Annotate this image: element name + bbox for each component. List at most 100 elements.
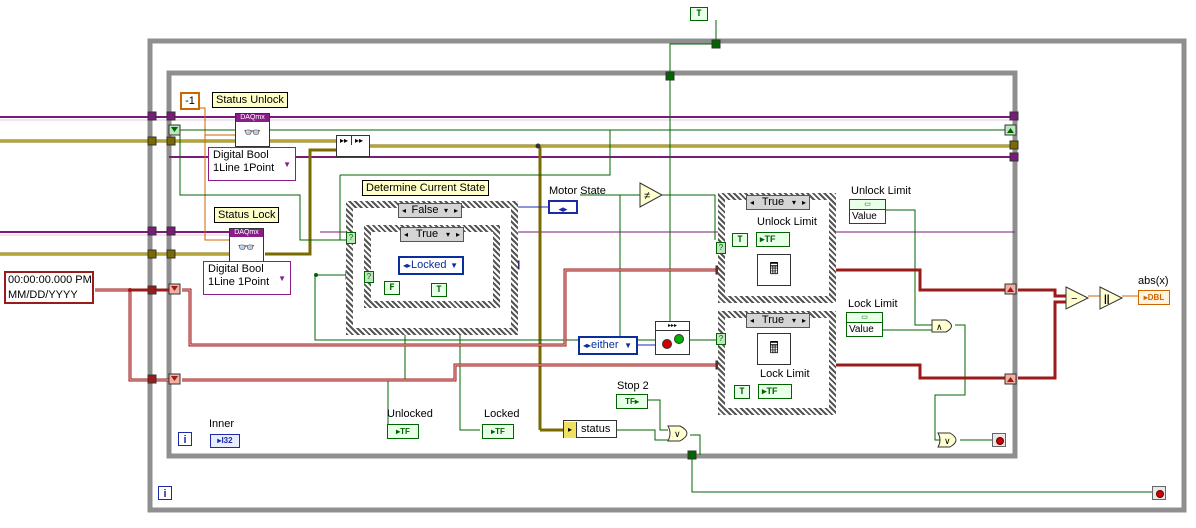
lock-limit-outer-label: Lock Limit	[848, 298, 898, 310]
lock-limit-inner-label: Lock Limit	[760, 368, 810, 380]
abs-indicator[interactable]: ▸DBL	[1138, 290, 1170, 305]
neg-one-constant[interactable]: -1	[180, 92, 200, 110]
digital-bool-ring-lock[interactable]: Digital Bool 1Line 1Point ▼	[203, 261, 291, 295]
status-unlock-label: Status Unlock	[212, 92, 288, 108]
timestamp-time: 00:00:00.000 PM	[8, 274, 92, 286]
chevron-down-icon: ▼	[278, 274, 286, 283]
motor-state-indicator[interactable]: ◂▸	[548, 200, 578, 214]
unlock-limit-property-node[interactable]: ▭ Value	[849, 199, 886, 224]
control-arrow-icon: ▸	[634, 397, 639, 406]
inner-loop-stop-icon[interactable]	[992, 433, 1006, 447]
leds-icon	[656, 331, 689, 353]
unlocked-indicator[interactable]: ▸TF	[387, 424, 419, 439]
i32-text: I32	[221, 436, 233, 445]
left-arrow-icon: ◂	[401, 206, 406, 215]
arrow-icon: ▸	[564, 422, 577, 438]
status-lock-label: Status Lock	[214, 207, 280, 223]
chevron-down-icon: ▼	[450, 261, 458, 270]
tf-text: TF	[764, 234, 776, 244]
value-text: Value	[849, 324, 874, 335]
unlock-limit-indicator[interactable]: ▸TF	[756, 232, 790, 247]
chevron-down-icon: ▾	[791, 198, 796, 207]
stop2-control[interactable]: TF▸	[616, 394, 648, 409]
case-selector-terminal: ?	[716, 242, 726, 254]
abs-label: abs(x)	[1138, 275, 1169, 287]
inner-label: Inner	[209, 418, 235, 430]
right-arrow-icon: ▸	[455, 230, 460, 239]
enum-arrows-icon: ◂▸	[583, 341, 592, 350]
ring-line2: 1Line 1Point	[208, 276, 270, 288]
svg-text:∨: ∨	[944, 436, 951, 446]
motor-state-label: Motor State	[549, 185, 606, 197]
svg-text:∨: ∨	[674, 429, 681, 439]
chevron-down-icon: ▼	[624, 341, 632, 350]
daqmx-header: DAQmx	[236, 114, 269, 122]
led-icon: ▭	[847, 313, 882, 323]
time-elapsed-subvi-lock[interactable]: 🖩	[757, 333, 791, 365]
outer-iteration-terminal[interactable]: i	[158, 486, 172, 500]
either-enum-constant[interactable]: ◂▸either ▼	[578, 336, 638, 355]
clock-icon: 🖩	[769, 261, 779, 278]
locked-indicator[interactable]: ▸TF	[482, 424, 514, 439]
timestamp-constant[interactable]: 00:00:00.000 PM MM/DD/YYYY	[4, 271, 94, 304]
select-event-subvi[interactable]: ▸▸▸	[655, 321, 690, 355]
value-text: Value	[852, 211, 877, 222]
tf-text: TF	[625, 397, 635, 406]
chevron-down-icon: ▾	[443, 206, 448, 215]
true-constant[interactable]: T	[431, 283, 447, 297]
left-arrow-icon: ◂	[749, 316, 754, 325]
digital-bool-ring-unlock[interactable]: Digital Bool 1Line 1Point ▼	[208, 147, 296, 181]
left-arrow-icon: ◂	[403, 230, 408, 239]
daqmx-read-lock-subvi[interactable]: DAQmx 👓	[229, 228, 264, 262]
right-arrow-icon: ▸	[453, 206, 458, 215]
determine-current-state-label: Determine Current State	[362, 180, 490, 196]
lock-limit-property-node[interactable]: ▭ Value	[846, 312, 883, 337]
tf-text: TF	[400, 427, 410, 436]
right-arrow-icon: ▸	[801, 316, 806, 325]
ring-line2: 1Line 1Point	[213, 162, 275, 174]
enum-arrows-icon: ◂▸	[403, 261, 412, 270]
outer-loop-stop-icon[interactable]	[1152, 486, 1166, 500]
true-constant-unlock[interactable]: T	[732, 233, 748, 247]
unlocked-label: Unlocked	[387, 408, 433, 420]
tf-text: TF	[766, 386, 778, 396]
inner-i32-indicator[interactable]: ▸I32	[210, 434, 240, 448]
build-array-node[interactable]: ▸▸ ▸▸	[336, 135, 370, 157]
stop2-label: Stop 2	[617, 380, 649, 392]
glasses-icon: 👓	[243, 124, 262, 140]
case-selector-terminal: ?	[364, 271, 374, 283]
true-constant-top[interactable]: T	[690, 7, 708, 21]
case-label: True	[761, 314, 785, 326]
unbundle-status-node[interactable]: ▸ status	[563, 420, 617, 438]
inner-iteration-terminal[interactable]: i	[178, 432, 192, 446]
dbl-text: DBL	[1147, 293, 1165, 302]
chevron-down-icon: ▾	[791, 316, 796, 325]
svg-text:−: −	[1071, 293, 1077, 305]
time-elapsed-subvi[interactable]: 🖩	[757, 254, 791, 286]
false-constant[interactable]: F	[384, 281, 400, 295]
led-icon: ▭	[850, 200, 885, 210]
svg-text:||: ||	[1104, 294, 1110, 305]
daqmx-read-unlock-subvi[interactable]: DAQmx 👓	[235, 113, 270, 147]
clock-icon: 🖩	[769, 340, 779, 357]
enum-value: either	[591, 339, 619, 351]
lock-limit-indicator[interactable]: ▸TF	[758, 384, 792, 399]
ring-line1: Digital Bool	[208, 263, 264, 275]
block-diagram-wires: ≠ ∧ ∨ ∨ − ||	[0, 20, 1187, 513]
ring-line1: Digital Bool	[213, 149, 269, 161]
unlock-limit-outer-label: Unlock Limit	[851, 185, 911, 197]
case-selector-terminal: ?	[716, 333, 726, 345]
unlock-limit-inner-label: Unlock Limit	[757, 216, 817, 228]
locked-enum-constant[interactable]: ◂▸Locked ▼	[398, 256, 464, 275]
enum-value: Locked	[411, 259, 447, 271]
header-icon: ▸▸▸	[656, 322, 689, 331]
case-label: True	[415, 228, 439, 240]
true-constant-lock[interactable]: T	[734, 385, 750, 399]
unlock-case-selector[interactable]: ◂ True ▾ ▸	[746, 195, 810, 210]
status-text: status	[581, 423, 611, 435]
inner-case-selector[interactable]: ◂ True ▾ ▸	[400, 227, 464, 242]
left-arrow-icon: ◂	[749, 198, 754, 207]
chevron-down-icon: ▼	[283, 160, 291, 169]
lock-case-selector[interactable]: ◂ True ▾ ▸	[746, 313, 810, 328]
outer-case-selector[interactable]: ◂ False ▾ ▸	[398, 203, 462, 218]
